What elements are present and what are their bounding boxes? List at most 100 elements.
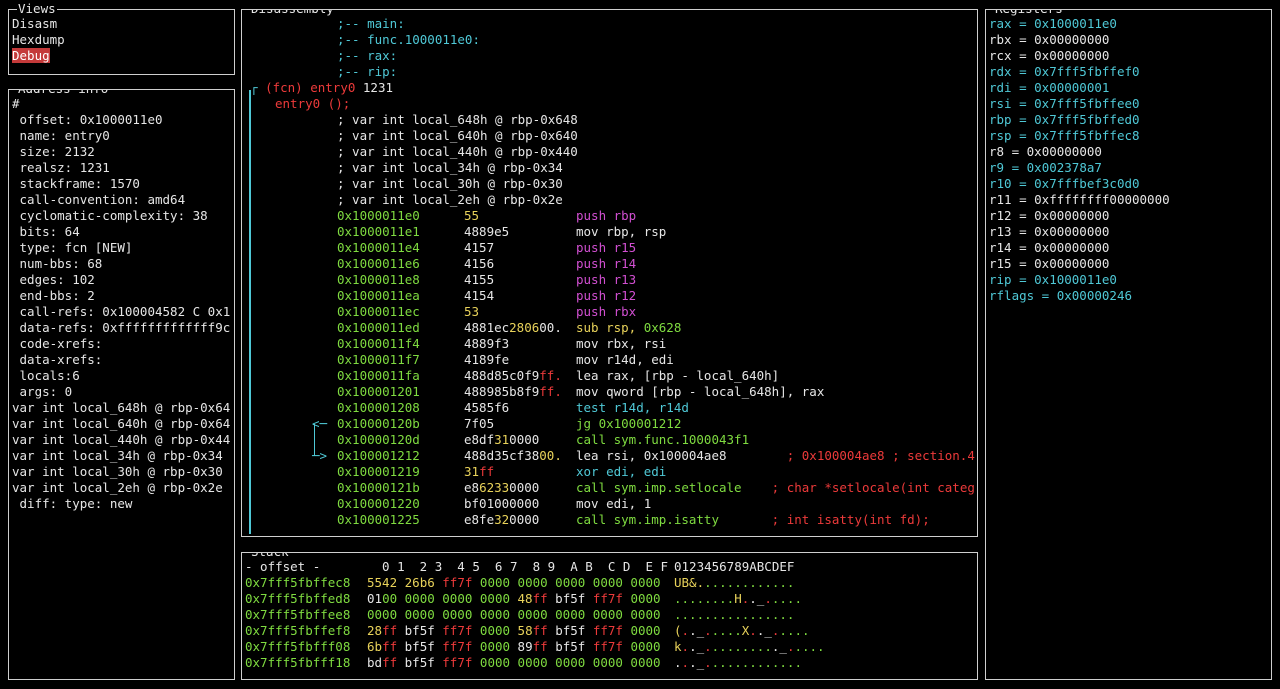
flag-text: ;-- func.1000011e0: xyxy=(337,32,480,47)
instruction-address: 0x100001201 xyxy=(337,384,420,399)
instruction-row[interactable]: 0x1000011ea xyxy=(337,288,420,304)
stack-header: - offset - xyxy=(245,559,320,575)
instruction-opcode: push rbp xyxy=(576,208,636,224)
stack-row-address: 0x7fff5fbfff18 xyxy=(245,655,351,670)
stack-row[interactable]: 0x7fff5fbffed8 xyxy=(245,591,350,607)
byte-chunk: 4889f3 xyxy=(464,336,510,351)
stack-row[interactable]: 0x7fff5fbfff08 xyxy=(245,639,350,655)
register-equals: = xyxy=(1011,64,1035,79)
address-info-line: args: 0 xyxy=(12,384,73,400)
register-r12: r12 = 0x00000000 xyxy=(989,208,1109,224)
instruction-row[interactable]: 0x1000011f7 xyxy=(337,352,420,368)
byte-chunk: 32 xyxy=(494,512,510,527)
byte-chunk: 55 xyxy=(464,208,480,223)
instruction-row[interactable]: 0x100001201 xyxy=(337,384,420,400)
instruction-row[interactable]: 0x10000120d xyxy=(337,432,420,448)
byte-chunk: 488d35cf38 xyxy=(464,448,540,463)
instruction-row[interactable]: 0x1000011e0 xyxy=(337,208,420,224)
address-info-line: cyclomatic-complexity: 38 xyxy=(12,208,208,224)
register-value: 0x00000000 xyxy=(1034,256,1110,271)
address-info-text: edges: 102 xyxy=(12,272,95,287)
register-equals: = xyxy=(1011,192,1035,207)
stack-row-ascii: (.._.....X.._..... xyxy=(674,623,810,639)
stack-row-hex: 0100 0000 0000 0000 48ff bf5f ff7f 0000 xyxy=(367,591,661,607)
ascii-chunk: ._ xyxy=(689,623,705,638)
hex-chunk: bf5f xyxy=(547,623,593,638)
instruction-row[interactable]: 0x100001225 xyxy=(337,512,420,528)
flag-comment: ;-- rip: xyxy=(337,64,397,80)
opcode-part: mov r14d, edi xyxy=(576,352,674,367)
address-info-text: args: 0 xyxy=(12,384,73,399)
register-equals: = xyxy=(1011,272,1035,287)
instruction-row[interactable]: 0x1000011fa xyxy=(337,368,420,384)
flag-comment: ;-- main: xyxy=(337,16,405,32)
hex-chunk: ff xyxy=(382,639,398,654)
opcode-part: ; 0x100004ae8 ; section.4. xyxy=(726,448,978,463)
address-info-line: var int local_440h @ rbp-0x44 xyxy=(12,432,230,448)
instruction-row[interactable]: 0x1000011ed xyxy=(337,320,420,336)
instruction-row[interactable]: 0x100001219 xyxy=(337,464,420,480)
register-value: 0x7fff5fbffee0 xyxy=(1034,96,1140,111)
instruction-row[interactable]: 0x1000011e6 xyxy=(337,256,420,272)
instruction-opcode: mov qword [rbp - local_648h], rax xyxy=(576,384,824,400)
byte-chunk: 4154 xyxy=(464,288,495,303)
instruction-bytes: 4154 xyxy=(464,288,494,304)
address-info-line: var int local_30h @ rbp-0x30 xyxy=(12,464,223,480)
instruction-row[interactable]: 0x10000120b xyxy=(337,416,420,432)
view-item-disasm[interactable]: Disasm xyxy=(12,16,57,32)
view-item-label: Debug xyxy=(12,48,50,63)
hex-chunk: bf5f xyxy=(547,639,593,654)
register-name: rdi xyxy=(989,80,1012,95)
register-rdi: rdi = 0x00000001 xyxy=(989,80,1109,96)
view-item-hexdump[interactable]: Hexdump xyxy=(12,32,65,48)
local-var-text: ; var int local_648h @ rbp-0x648 xyxy=(337,112,578,127)
instruction-opcode: xor edi, edi xyxy=(576,464,666,480)
instruction-opcode: call sym.imp.isatty ; int isatty(int fd)… xyxy=(576,512,930,528)
instruction-row[interactable]: 0x1000011e8 xyxy=(337,272,420,288)
address-info-line: realsz: 1231 xyxy=(12,160,110,176)
stack-header-columns: 0 1 2 3 4 5 6 7 8 9 A B C D E F xyxy=(367,559,669,574)
register-rbx: rbx = 0x00000000 xyxy=(989,32,1109,48)
stack-row[interactable]: 0x7fff5fbffec8 xyxy=(245,575,350,591)
instruction-address: 0x100001208 xyxy=(337,400,420,415)
stack-row[interactable]: 0x7fff5fbffef8 xyxy=(245,623,350,639)
instruction-opcode: push r14 xyxy=(576,256,636,272)
stack-row[interactable]: 0x7fff5fbffee8 xyxy=(245,607,350,623)
ascii-chunk: ............ xyxy=(711,655,802,670)
register-name: r8 xyxy=(989,144,1005,159)
address-info-text: call-refs: 0x100004582 C 0x1 xyxy=(12,304,231,319)
register-name: rflags xyxy=(989,288,1035,303)
byte-chunk: 4585f6 xyxy=(464,400,510,415)
instruction-row[interactable]: 0x1000011f4 xyxy=(337,336,420,352)
register-name: rsp xyxy=(989,128,1012,143)
view-item-debug[interactable]: Debug xyxy=(12,48,50,64)
instruction-row[interactable]: 0x100001212 xyxy=(337,448,420,464)
byte-chunk: ff. xyxy=(539,368,562,383)
instruction-opcode: push r13 xyxy=(576,272,636,288)
instruction-row[interactable]: 0x1000011e4 xyxy=(337,240,420,256)
byte-chunk: bf01000000 xyxy=(464,496,540,511)
ascii-chunk: ._ xyxy=(689,639,705,654)
instruction-row[interactable]: 0x1000011ec xyxy=(337,304,420,320)
instruction-row[interactable]: 0x10000121b xyxy=(337,480,420,496)
hex-chunk: ff7f xyxy=(442,575,473,590)
address-info-text: data-xrefs: xyxy=(12,352,103,367)
stack-row[interactable]: 0x7fff5fbfff18 xyxy=(245,655,350,671)
stack-row-address: 0x7fff5fbffec8 xyxy=(245,575,351,590)
stack-panel[interactable]: Stack - offset - 0 1 2 3 4 5 6 7 8 9 A B… xyxy=(241,552,978,680)
register-value: 0x00000000 xyxy=(1034,240,1110,255)
hex-chunk: 0000 xyxy=(622,623,661,638)
instruction-row[interactable]: 0x1000011e1 xyxy=(337,224,420,240)
instruction-bytes: 4189fe xyxy=(464,352,509,368)
address-info-text: code-xrefs: xyxy=(12,336,103,351)
address-info-text: realsz: 1231 xyxy=(12,160,110,175)
ascii-chunk: . xyxy=(681,623,690,638)
disassembly-panel[interactable]: Disassembly ;-- main:;-- func.1000011e0:… xyxy=(241,9,978,537)
stack-row-ascii: ................ xyxy=(674,607,794,623)
ascii-chunk: . xyxy=(749,623,757,638)
instruction-opcode: mov edi, 1 xyxy=(576,496,651,512)
instruction-row[interactable]: 0x100001220 xyxy=(337,496,420,512)
instruction-row[interactable]: 0x100001208 xyxy=(337,400,420,416)
local-var-text: ; var int local_440h @ rbp-0x440 xyxy=(337,144,578,159)
hex-chunk: 00 0000 0000 0000 xyxy=(382,591,518,606)
